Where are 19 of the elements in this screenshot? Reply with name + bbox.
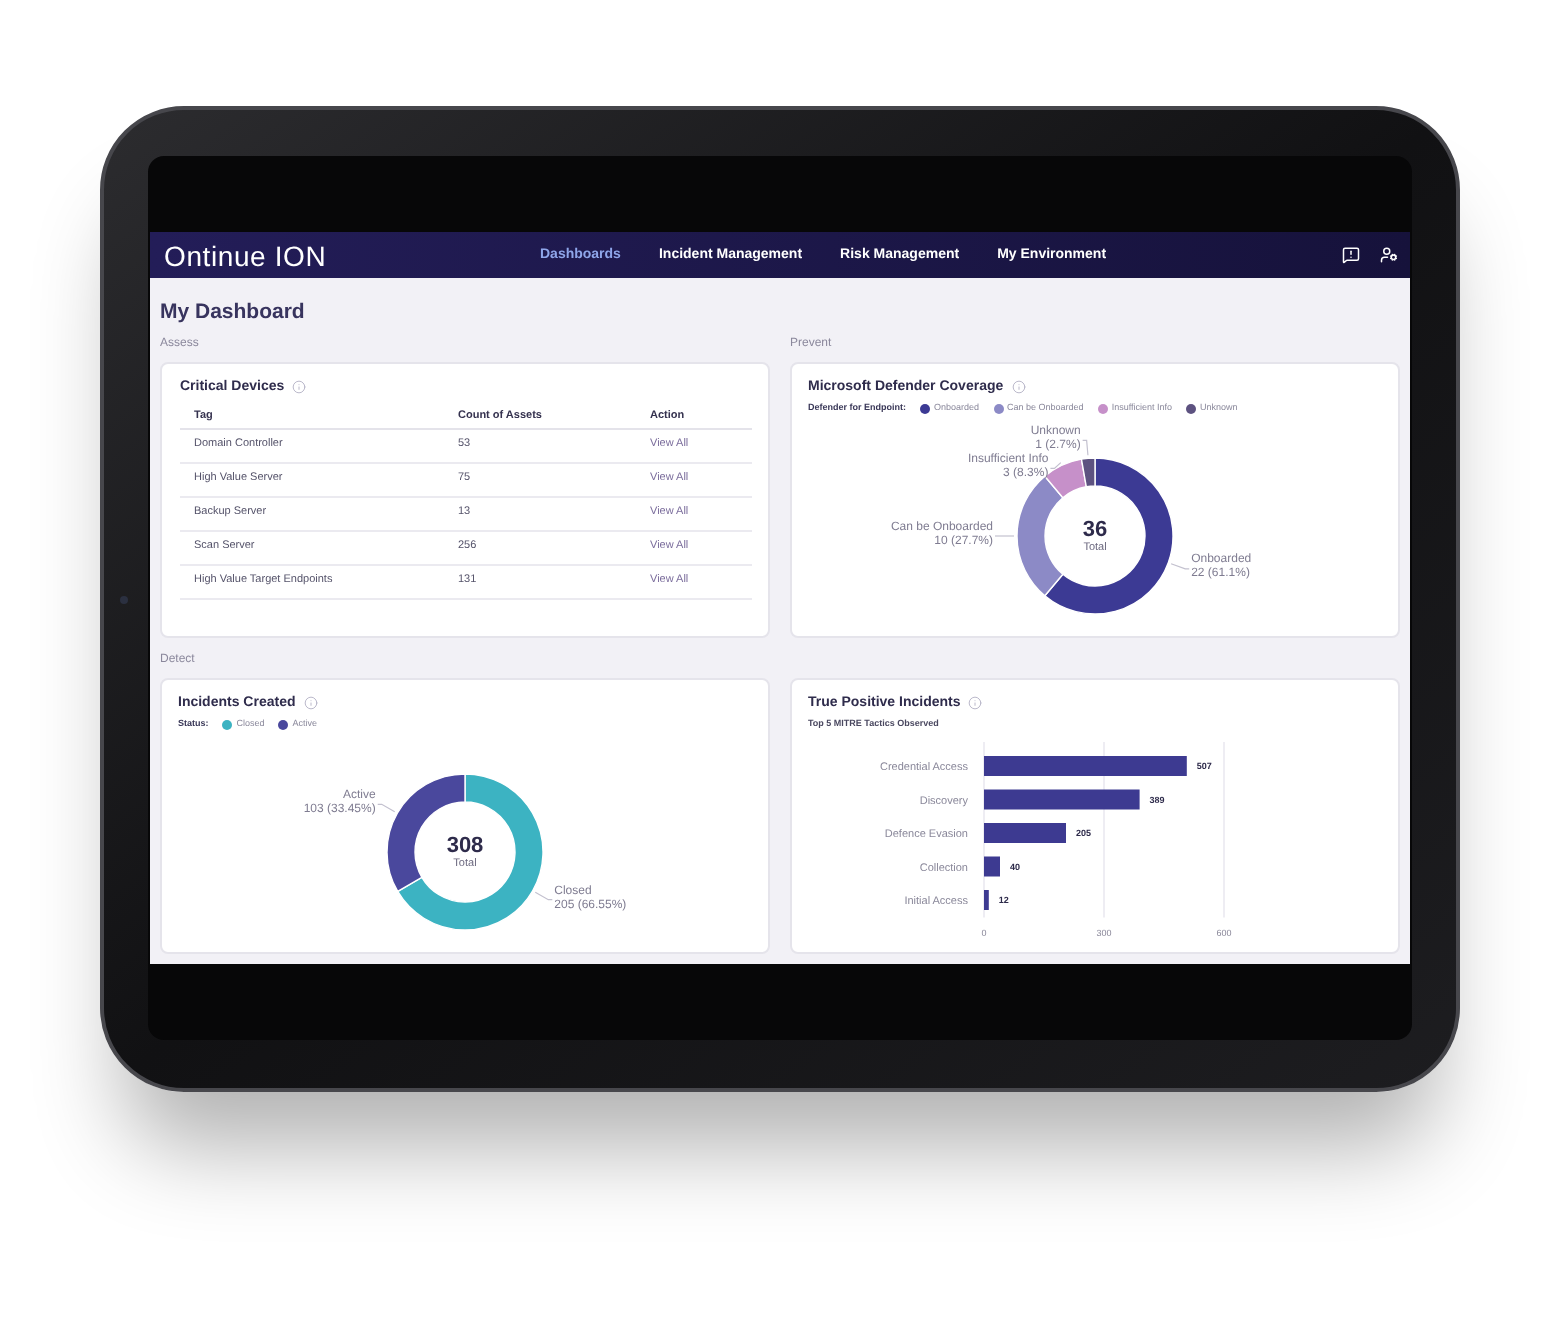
info-icon[interactable]: [1011, 380, 1026, 394]
message-alert-icon[interactable]: [1342, 246, 1360, 264]
info-icon[interactable]: [303, 696, 318, 710]
info-icon[interactable]: [968, 696, 983, 710]
donut-total-value: 36: [1082, 518, 1108, 542]
leader-line: [377, 803, 396, 813]
leader-line: [1082, 439, 1089, 456]
leader-line: [1049, 462, 1062, 469]
bar: [984, 823, 1066, 843]
user-settings-icon[interactable]: [1380, 246, 1398, 264]
bar: [984, 890, 989, 910]
info-icon[interactable]: [292, 380, 307, 394]
bar: [984, 856, 1000, 877]
page-title: My Dashboard: [160, 301, 305, 323]
leader-line: [994, 535, 1015, 537]
donut-total-value: 308: [446, 834, 484, 858]
leader-line: [534, 891, 553, 901]
leader-line: [1170, 563, 1190, 570]
app-logo[interactable]: Ontinue ION: [164, 241, 327, 269]
